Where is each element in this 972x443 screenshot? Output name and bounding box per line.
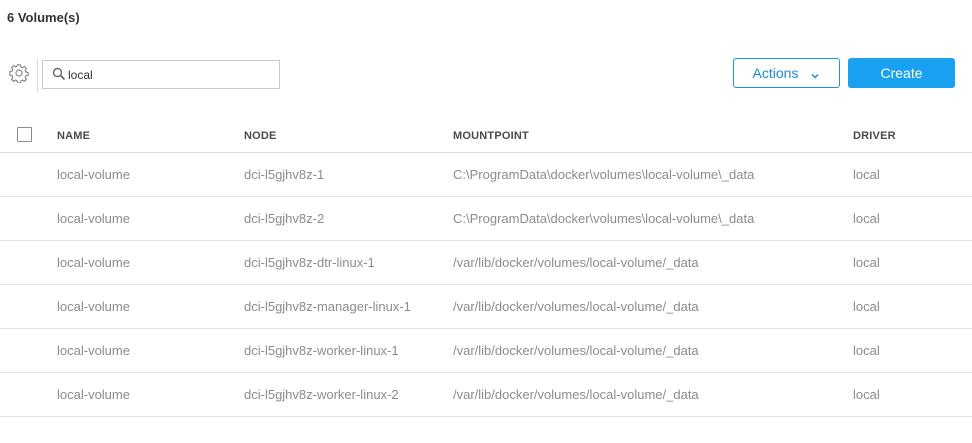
table-header: NAME NODE MOUNTPOINT DRIVER	[0, 118, 972, 153]
select-all-checkbox[interactable]	[17, 127, 32, 142]
cell-mountpoint: /var/lib/docker/volumes/local-volume/_da…	[453, 299, 699, 314]
cell-node: dci-l5gjhv8z-manager-linux-1	[244, 299, 411, 314]
cell-node: dci-l5gjhv8z-worker-linux-2	[244, 387, 399, 402]
cell-driver: local	[853, 167, 880, 182]
cell-name: local-volume	[57, 211, 130, 226]
table-row[interactable]: local-volume dci-l5gjhv8z-dtr-linux-1 /v…	[0, 241, 972, 285]
search-input[interactable]	[68, 65, 268, 84]
search-box[interactable]	[42, 60, 280, 89]
cell-mountpoint: /var/lib/docker/volumes/local-volume/_da…	[453, 255, 699, 270]
cell-mountpoint: C:\ProgramData\docker\volumes\local-volu…	[453, 167, 755, 182]
cell-mountpoint: /var/lib/docker/volumes/local-volume/_da…	[453, 387, 699, 402]
cell-driver: local	[853, 387, 880, 402]
column-header-driver[interactable]: DRIVER	[853, 130, 896, 142]
cell-driver: local	[853, 211, 880, 226]
table-row[interactable]: local-volume dci-l5gjhv8z-manager-linux-…	[0, 285, 972, 329]
cell-name: local-volume	[57, 299, 130, 314]
cell-driver: local	[853, 299, 880, 314]
cell-node: dci-l5gjhv8z-1	[244, 167, 325, 182]
create-button[interactable]: Create	[848, 58, 955, 88]
actions-button[interactable]: Actions	[733, 58, 840, 88]
table-row[interactable]: local-volume dci-l5gjhv8z-1 C:\ProgramDa…	[0, 153, 972, 197]
actions-button-label: Actions	[752, 65, 799, 81]
column-header-mountpoint[interactable]: MOUNTPOINT	[453, 130, 529, 142]
page-title: 6 Volume(s)	[7, 10, 80, 25]
table-row[interactable]: local-volume dci-l5gjhv8z-2 C:\ProgramDa…	[0, 197, 972, 241]
toolbar-divider	[37, 58, 38, 92]
column-header-node[interactable]: NODE	[244, 130, 277, 142]
cell-driver: local	[853, 343, 880, 358]
cell-name: local-volume	[57, 343, 130, 358]
chevron-down-icon	[810, 68, 820, 79]
cell-driver: local	[853, 255, 880, 270]
cell-name: local-volume	[57, 255, 130, 270]
column-header-name[interactable]: NAME	[57, 130, 90, 142]
cell-node: dci-l5gjhv8z-dtr-linux-1	[244, 255, 375, 270]
cell-node: dci-l5gjhv8z-worker-linux-1	[244, 343, 399, 358]
cell-name: local-volume	[57, 167, 130, 182]
table-row[interactable]: local-volume dci-l5gjhv8z-worker-linux-1…	[0, 329, 972, 373]
search-icon	[52, 67, 66, 81]
cell-name: local-volume	[57, 387, 130, 402]
cell-node: dci-l5gjhv8z-2	[244, 211, 325, 226]
cell-mountpoint: C:\ProgramData\docker\volumes\local-volu…	[453, 211, 755, 226]
gear-icon[interactable]	[9, 63, 29, 83]
table-row[interactable]: local-volume dci-l5gjhv8z-worker-linux-2…	[0, 373, 972, 417]
cell-mountpoint: /var/lib/docker/volumes/local-volume/_da…	[453, 343, 699, 358]
volumes-table: NAME NODE MOUNTPOINT DRIVER local-volume…	[0, 118, 972, 417]
